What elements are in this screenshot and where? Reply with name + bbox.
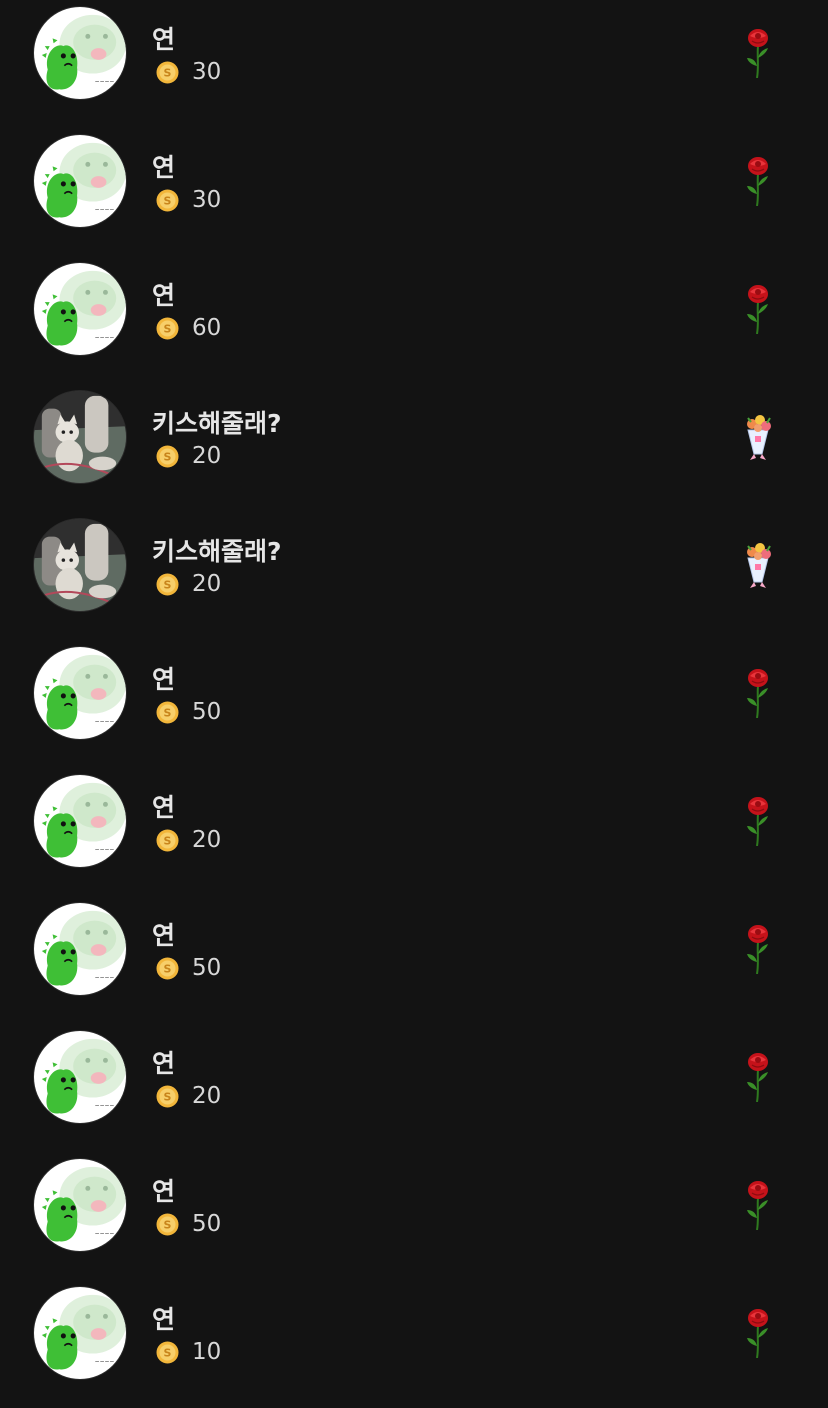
coin-icon: S — [156, 701, 179, 724]
rose-icon — [740, 1050, 776, 1102]
svg-text:S: S — [164, 1091, 172, 1104]
gift-row[interactable]: ~~~~ 연 S 20 — [0, 1024, 828, 1152]
coin-amount: 20 — [192, 827, 222, 853]
rose-icon — [740, 154, 776, 206]
avatar[interactable]: ~~~~ — [33, 1030, 127, 1124]
svg-text:~~~~: ~~~~ — [95, 335, 115, 341]
svg-text:~~~~: ~~~~ — [95, 1359, 115, 1365]
svg-text:~~~~: ~~~~ — [95, 1231, 115, 1237]
coin-icon: S — [156, 445, 179, 468]
gift-row[interactable]: 키스해줄래? S 20 — [0, 384, 828, 512]
svg-text:S: S — [164, 67, 172, 80]
coin-amount: 30 — [192, 59, 222, 85]
svg-text:~~~~: ~~~~ — [95, 719, 115, 725]
gift-row[interactable]: ~~~~ 연 S 50 — [0, 640, 828, 768]
coin-icon: S — [156, 1341, 179, 1364]
avatar[interactable]: ~~~~ — [33, 646, 127, 740]
gift-row[interactable]: ~~~~ 연 S 60 — [0, 256, 828, 384]
sender-name[interactable]: 연 — [152, 916, 175, 952]
coin-icon: S — [156, 1213, 179, 1236]
coin-icon: S — [156, 1085, 179, 1108]
sender-name[interactable]: 연 — [152, 1044, 175, 1080]
svg-text:~~~~: ~~~~ — [95, 79, 115, 85]
sender-name[interactable]: 연 — [152, 1300, 175, 1336]
svg-text:~~~~: ~~~~ — [95, 975, 115, 981]
bouquet-icon — [740, 410, 776, 462]
svg-text:S: S — [164, 195, 172, 208]
coin-icon: S — [156, 317, 179, 340]
rose-icon — [740, 1306, 776, 1358]
svg-text:S: S — [164, 579, 172, 592]
gift-list: ~~~~ 연 S 30 ~~~~ 연 S 30 ~~~~ 연 S 60 키스해줄… — [0, 0, 828, 1408]
svg-text:~~~~: ~~~~ — [95, 847, 115, 853]
svg-text:S: S — [164, 835, 172, 848]
coin-amount: 10 — [192, 1339, 222, 1365]
gift-row[interactable]: ~~~~ 연 S 30 — [0, 128, 828, 256]
avatar[interactable] — [33, 390, 127, 484]
coin-amount: 50 — [192, 699, 222, 725]
coin-icon: S — [156, 957, 179, 980]
svg-text:S: S — [164, 451, 172, 464]
avatar[interactable]: ~~~~ — [33, 6, 127, 100]
coin-amount: 20 — [192, 571, 222, 597]
avatar[interactable]: ~~~~ — [33, 1286, 127, 1380]
rose-icon — [740, 1178, 776, 1230]
avatar[interactable]: ~~~~ — [33, 1158, 127, 1252]
gift-row[interactable]: ~~~~ 연 S 50 — [0, 1152, 828, 1280]
sender-name[interactable]: 키스해줄래? — [152, 404, 282, 440]
coin-amount: 30 — [192, 187, 222, 213]
coin-amount: 20 — [192, 443, 222, 469]
avatar[interactable]: ~~~~ — [33, 902, 127, 996]
sender-name[interactable]: 연 — [152, 276, 175, 312]
coin-icon: S — [156, 189, 179, 212]
sender-name[interactable]: 키스해줄래? — [152, 532, 282, 568]
svg-text:S: S — [164, 707, 172, 720]
coin-icon: S — [156, 61, 179, 84]
svg-text:S: S — [164, 963, 172, 976]
gift-row[interactable]: 키스해줄래? S 20 — [0, 512, 828, 640]
coin-amount: 60 — [192, 315, 222, 341]
svg-text:~~~~: ~~~~ — [95, 207, 115, 213]
svg-text:S: S — [164, 323, 172, 336]
sender-name[interactable]: 연 — [152, 148, 175, 184]
coin-amount: 50 — [192, 955, 222, 981]
sender-name[interactable]: 연 — [152, 788, 175, 824]
sender-name[interactable]: 연 — [152, 1172, 175, 1208]
gift-row[interactable]: ~~~~ 연 S 10 — [0, 1280, 828, 1408]
coin-amount: 20 — [192, 1083, 222, 1109]
svg-text:S: S — [164, 1219, 172, 1232]
rose-icon — [740, 282, 776, 334]
gift-row[interactable]: ~~~~ 연 S 30 — [0, 0, 828, 128]
rose-icon — [740, 26, 776, 78]
svg-text:S: S — [164, 1347, 172, 1360]
bouquet-icon — [740, 538, 776, 590]
gift-row[interactable]: ~~~~ 연 S 20 — [0, 768, 828, 896]
svg-text:~~~~: ~~~~ — [95, 1103, 115, 1109]
gift-row[interactable]: ~~~~ 연 S 50 — [0, 896, 828, 1024]
sender-name[interactable]: 연 — [152, 660, 175, 696]
coin-icon: S — [156, 573, 179, 596]
rose-icon — [740, 922, 776, 974]
avatar[interactable]: ~~~~ — [33, 262, 127, 356]
avatar[interactable]: ~~~~ — [33, 134, 127, 228]
avatar[interactable]: ~~~~ — [33, 774, 127, 868]
rose-icon — [740, 794, 776, 846]
coin-icon: S — [156, 829, 179, 852]
sender-name[interactable]: 연 — [152, 20, 175, 56]
coin-amount: 50 — [192, 1211, 222, 1237]
avatar[interactable] — [33, 518, 127, 612]
rose-icon — [740, 666, 776, 718]
